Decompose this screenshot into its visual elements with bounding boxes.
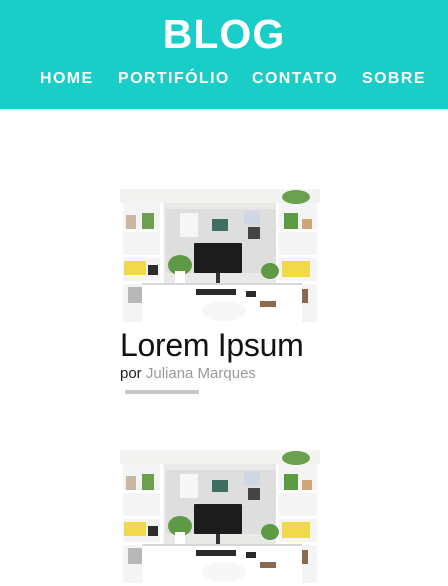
post-divider <box>125 390 199 394</box>
post-byline: por Juliana Marques <box>120 365 320 383</box>
nav-contact-link[interactable]: CONTATO <box>252 68 338 90</box>
post-author-link[interactable]: Juliana Marques <box>146 365 256 382</box>
byline-prefix: por <box>120 365 142 382</box>
post-thumbnail-image[interactable] <box>120 450 320 583</box>
nav-about-link[interactable]: SOBRE <box>362 68 426 90</box>
nav-home-link[interactable]: HOME <box>40 68 94 90</box>
post-card: Lorem Ipsum por Juliana Marques <box>120 189 320 394</box>
main-nav: HOME PORTIFÓLIO CONTATO SOBRE <box>0 68 448 90</box>
site-header: BLOG HOME PORTIFÓLIO CONTATO SOBRE <box>0 0 448 109</box>
post-title[interactable]: Lorem Ipsum <box>120 328 320 362</box>
post-thumbnail-image[interactable] <box>120 189 320 322</box>
nav-portfolio-link[interactable]: PORTIFÓLIO <box>118 68 230 90</box>
blog-title-link[interactable]: BLOG <box>0 10 448 58</box>
post-card <box>120 450 320 583</box>
